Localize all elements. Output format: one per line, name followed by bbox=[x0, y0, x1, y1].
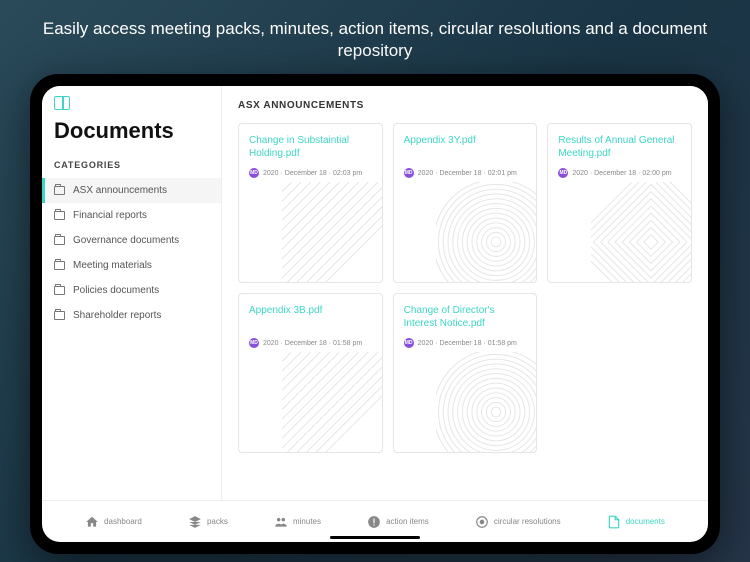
category-label: Shareholder reports bbox=[73, 310, 161, 321]
document-meta: MD 2020 · December 18 · 01:58 pm bbox=[249, 338, 372, 348]
document-title: Results of Annual General Meeting.pdf bbox=[558, 134, 681, 160]
alert-icon bbox=[367, 515, 381, 529]
nav-minutes[interactable]: minutes bbox=[274, 515, 321, 529]
category-label: Policies documents bbox=[73, 285, 159, 296]
category-item[interactable]: ASX announcements bbox=[42, 178, 221, 203]
home-icon bbox=[85, 515, 99, 529]
category-item[interactable]: Financial reports bbox=[42, 203, 221, 228]
document-meta: MD 2020 · December 18 · 01:58 pm bbox=[404, 338, 527, 348]
document-card[interactable]: Results of Annual General Meeting.pdf MD 2… bbox=[547, 123, 692, 283]
main-area: ASX ANNOUNCEMENTS Change in Substaintial… bbox=[222, 86, 708, 500]
document-title: Appendix 3B.pdf bbox=[249, 304, 372, 330]
card-pattern-icon bbox=[282, 352, 383, 453]
document-title: Change in Substaintial Holding.pdf bbox=[249, 134, 372, 160]
document-title: Change of Director's Interest Notice.pdf bbox=[404, 304, 527, 330]
document-date: 2020 · December 18 · 01:58 pm bbox=[263, 340, 362, 347]
card-pattern-icon bbox=[436, 182, 537, 283]
avatar: MD bbox=[249, 338, 259, 348]
nav-label: action items bbox=[386, 517, 429, 526]
sidebar: Documents CATEGORIES ASX announcements Fi… bbox=[42, 86, 222, 500]
nav-label: packs bbox=[207, 517, 228, 526]
nav-label: minutes bbox=[293, 517, 321, 526]
document-title: Appendix 3Y.pdf bbox=[404, 134, 527, 160]
document-card[interactable]: Appendix 3Y.pdf MD 2020 · December 18 · 02… bbox=[393, 123, 538, 283]
document-meta: MD 2020 · December 18 · 02:03 pm bbox=[249, 168, 372, 178]
document-card[interactable]: Change in Substaintial Holding.pdf MD 2020… bbox=[238, 123, 383, 283]
nav-circular-resolutions[interactable]: circular resolutions bbox=[475, 515, 561, 529]
documents-grid: Change in Substaintial Holding.pdf MD 2020… bbox=[238, 123, 692, 453]
document-date: 2020 · December 18 · 01:58 pm bbox=[418, 340, 517, 347]
nav-documents[interactable]: documents bbox=[607, 515, 665, 529]
folder-icon bbox=[54, 261, 65, 270]
category-item[interactable]: Meeting materials bbox=[42, 253, 221, 278]
card-pattern-icon bbox=[436, 352, 537, 453]
nav-label: documents bbox=[626, 517, 665, 526]
categories-list: ASX announcements Financial reports Govern… bbox=[54, 178, 221, 328]
document-card[interactable]: Appendix 3B.pdf MD 2020 · December 18 · 01… bbox=[238, 293, 383, 453]
document-meta: MD 2020 · December 18 · 02:00 pm bbox=[558, 168, 681, 178]
nav-dashboard[interactable]: dashboard bbox=[85, 515, 142, 529]
avatar: MD bbox=[404, 168, 414, 178]
document-date: 2020 · December 18 · 02:00 pm bbox=[572, 170, 671, 177]
card-pattern-icon bbox=[591, 182, 692, 283]
category-label: ASX announcements bbox=[73, 185, 167, 196]
nav-packs[interactable]: packs bbox=[188, 515, 228, 529]
nav-action-items[interactable]: action items bbox=[367, 515, 429, 529]
category-item[interactable]: Governance documents bbox=[42, 228, 221, 253]
folder-icon bbox=[54, 236, 65, 245]
document-date: 2020 · December 18 · 02:01 pm bbox=[418, 170, 517, 177]
document-icon bbox=[607, 515, 621, 529]
folder-icon bbox=[54, 311, 65, 320]
category-label: Meeting materials bbox=[73, 260, 152, 271]
category-item[interactable]: Shareholder reports bbox=[42, 303, 221, 328]
nav-label: circular resolutions bbox=[494, 517, 561, 526]
avatar: MD bbox=[558, 168, 568, 178]
people-icon bbox=[274, 515, 288, 529]
avatar: MD bbox=[249, 168, 259, 178]
app-logo-icon bbox=[54, 96, 70, 110]
app-screen: Documents CATEGORIES ASX announcements Fi… bbox=[42, 86, 708, 542]
category-label: Financial reports bbox=[73, 210, 147, 221]
circle-icon bbox=[475, 515, 489, 529]
document-meta: MD 2020 · December 18 · 02:01 pm bbox=[404, 168, 527, 178]
document-card[interactable]: Change of Director's Interest Notice.pdf… bbox=[393, 293, 538, 453]
tablet-frame: Documents CATEGORIES ASX announcements Fi… bbox=[30, 74, 720, 554]
folder-icon bbox=[54, 211, 65, 220]
category-label: Governance documents bbox=[73, 235, 179, 246]
bottom-nav: dashboard packs minutes action items circula… bbox=[42, 500, 708, 542]
folder-icon bbox=[54, 286, 65, 295]
nav-label: dashboard bbox=[104, 517, 142, 526]
content-area: Documents CATEGORIES ASX announcements Fi… bbox=[42, 86, 708, 500]
stack-icon bbox=[188, 515, 202, 529]
home-indicator bbox=[330, 536, 420, 539]
category-item[interactable]: Policies documents bbox=[42, 278, 221, 303]
card-pattern-icon bbox=[282, 182, 383, 283]
marketing-headline: Easily access meeting packs, minutes, ac… bbox=[0, 0, 750, 74]
avatar: MD bbox=[404, 338, 414, 348]
section-title: ASX ANNOUNCEMENTS bbox=[238, 100, 692, 111]
categories-heading: CATEGORIES bbox=[54, 160, 221, 170]
folder-icon bbox=[54, 186, 65, 195]
document-date: 2020 · December 18 · 02:03 pm bbox=[263, 170, 362, 177]
page-title: Documents bbox=[54, 118, 221, 144]
